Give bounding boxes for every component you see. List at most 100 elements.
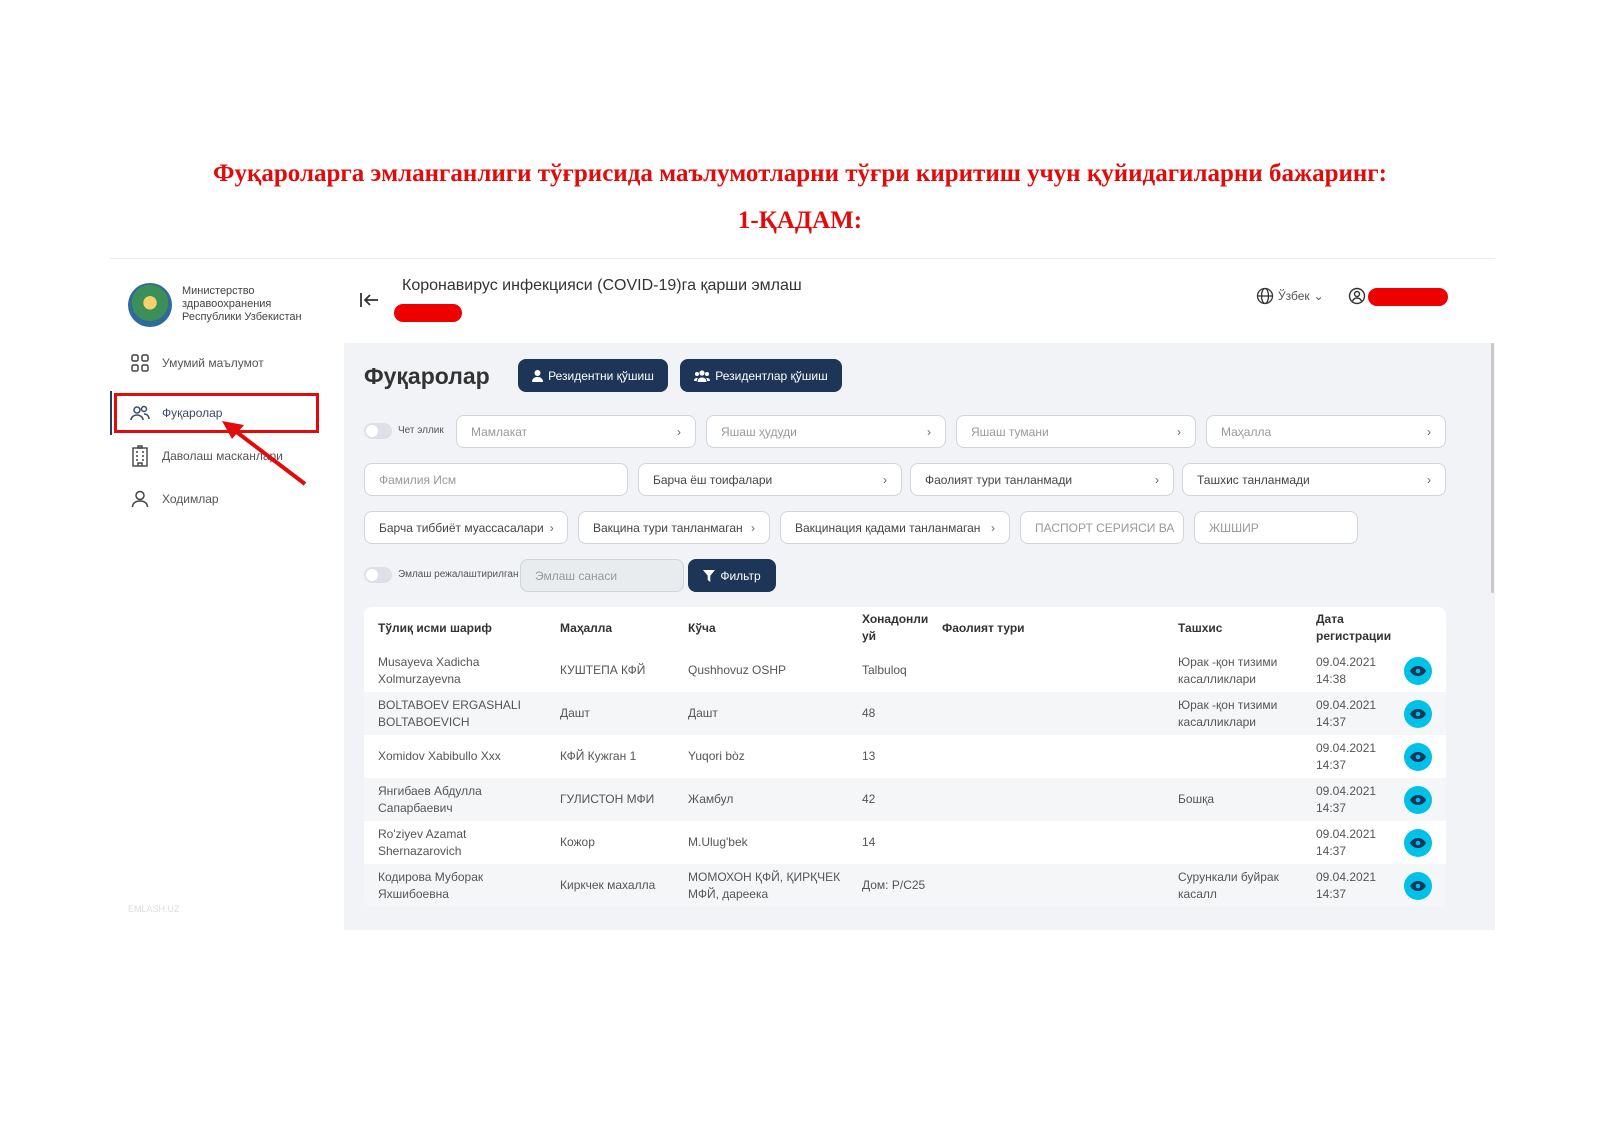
collapse-sidebar-button[interactable]: [354, 285, 384, 315]
eye-icon: [1410, 752, 1426, 762]
cell-activity: [942, 778, 1142, 821]
building-icon: [130, 445, 150, 467]
mahalla-select[interactable]: Маҳалла ›: [1206, 415, 1446, 448]
cell-full-name: Кодирова Муборак Яхшибоевна: [378, 869, 484, 901]
table-header: Тўлиқ исми шариф Маҳалла Кўча Хонадонли …: [364, 607, 1446, 649]
sidebar: Министерство здравоохранения Республики …: [110, 259, 344, 930]
cell-street: M.Ulug'bek: [688, 835, 748, 849]
col-activity: Фаолият тури: [942, 620, 1025, 635]
foreigner-toggle-label: Чет эллик: [398, 425, 444, 436]
language-label: Ўзбек: [1278, 289, 1310, 303]
table-row[interactable]: Xomidov Xabibullo Xxx КФЙ Кужган 1 Yuqor…: [364, 735, 1446, 778]
cell-mahalla: Киркчек махалла: [560, 878, 656, 892]
instruction-line-1: Фуқароларга эмланганлиги тўғрисида маълу…: [213, 160, 1387, 187]
view-button[interactable]: [1404, 829, 1432, 857]
cell-house: Talbuloq: [862, 663, 907, 677]
age-groups-select[interactable]: Барча ёш тоифалари ›: [638, 463, 902, 496]
table-row[interactable]: Кодирова Муборак Яхшибоевна Киркчек маха…: [364, 864, 1446, 907]
page-title: Фуқаролар: [364, 363, 490, 389]
cell-full-name: BOLTABOEV ERGASHALI BOLTABOEVICH: [378, 697, 521, 729]
view-button[interactable]: [1404, 743, 1432, 771]
vaccine-type-select[interactable]: Вакцина тури танланмаган ›: [578, 511, 770, 544]
cell-registration-date: 09.04.2021 14:37: [1316, 783, 1377, 815]
language-selector[interactable]: Ўзбек ⌄: [1256, 287, 1324, 305]
chevron-right-icon: ›: [991, 520, 995, 535]
chevron-right-icon: ›: [883, 472, 887, 487]
ministry-emblem: [128, 283, 172, 327]
col-mahalla: Маҳалла: [560, 620, 613, 635]
pinfl-input[interactable]: ЖШШИР: [1194, 511, 1358, 544]
user-avatar-icon[interactable]: [1348, 287, 1366, 310]
table-row[interactable]: BOLTABOEV ERGASHALI BOLTABOEVICH Дашт Да…: [364, 692, 1446, 735]
view-button[interactable]: [1404, 700, 1432, 728]
cell-diagnosis: Бошқа: [1178, 792, 1215, 806]
eye-icon: [1410, 666, 1426, 676]
org-name: Министерство здравоохранения Республики …: [182, 285, 302, 323]
cell-full-name: Musayeva Xadicha Xolmurzayevna: [378, 654, 480, 686]
cell-activity: [942, 692, 1142, 735]
view-button[interactable]: [1404, 872, 1432, 900]
table-body: Musayeva Xadicha Xolmurzayevna КУШТЕПА К…: [364, 649, 1446, 907]
view-button[interactable]: [1404, 786, 1432, 814]
activity-select[interactable]: Фаолият тури танланмади ›: [910, 463, 1174, 496]
main-content: Коронавирус инфекцияси (COVID-19)га қарш…: [344, 259, 1495, 930]
district-select[interactable]: Яшаш тумани ›: [956, 415, 1196, 448]
table-row[interactable]: Ro'ziyev Azamat Shernazarovich Кожор M.U…: [364, 821, 1446, 864]
col-registration-date: Дата регистрации: [1316, 612, 1392, 643]
diagnosis-select[interactable]: Ташхис танланмади ›: [1182, 463, 1446, 496]
cell-full-name: Янгибаев Абдулла Сапарбаевич: [378, 783, 482, 815]
scheduled-toggle-label: Эмлаш режалаштирилган: [398, 569, 519, 580]
scheduled-toggle[interactable]: [364, 567, 392, 583]
eye-icon: [1410, 709, 1426, 719]
filter-button[interactable]: Фильтр: [688, 559, 776, 592]
country-select[interactable]: Мамлакат ›: [456, 415, 696, 448]
cell-full-name: Ro'ziyev Azamat Shernazarovich: [378, 826, 467, 858]
vaccination-step-select[interactable]: Вакцинация қадами танланмаган ›: [780, 511, 1010, 544]
table-row[interactable]: Musayeva Xadicha Xolmurzayevna КУШТЕПА К…: [364, 649, 1446, 692]
cell-full-name: Xomidov Xabibullo Xxx: [378, 749, 501, 763]
add-resident-button[interactable]: Резидентни қўшиш: [518, 359, 668, 392]
user-icon: [532, 369, 544, 382]
funnel-icon: [703, 569, 716, 582]
cell-house: 48: [862, 706, 876, 720]
cell-house: 13: [862, 749, 876, 763]
cell-diagnosis: [1178, 821, 1310, 864]
vaccination-date-input[interactable]: Эмлаш санаси: [520, 559, 684, 592]
cell-activity: [942, 864, 1142, 907]
cell-house: Дом: Р/С25: [862, 878, 926, 892]
cell-street: Жамбул: [688, 792, 734, 806]
cell-house: 14: [862, 835, 876, 849]
cell-mahalla: ГУЛИСТОН МФИ: [560, 792, 655, 806]
cell-mahalla: КФЙ Кужган 1: [560, 749, 637, 763]
passport-input[interactable]: ПАСПОРТ СЕРИЯСИ ВА: [1020, 511, 1184, 544]
eye-icon: [1410, 881, 1426, 891]
table-row[interactable]: Янгибаев Абдулла Сапарбаевич ГУЛИСТОН МФ…: [364, 778, 1446, 821]
grid-icon: [130, 353, 150, 373]
cell-diagnosis: Юрак -қон тизими касалликлари: [1178, 697, 1278, 729]
sidebar-item-overview[interactable]: Умумий маълумот: [110, 342, 344, 384]
chevron-right-icon: ›: [751, 520, 755, 535]
app-title: Коронавирус инфекцияси (COVID-19)га қарш…: [402, 277, 802, 294]
chevron-right-icon: ›: [677, 424, 681, 439]
cell-street: МОМОХОН ҚФЙ, ҚИРҚЧЕК МФЙ, дареека: [688, 869, 841, 901]
cell-street: Qushhovuz OSHP: [688, 663, 787, 677]
user-icon: [130, 489, 150, 509]
cell-registration-date: 09.04.2021 14:38: [1316, 654, 1377, 686]
medical-institutions-select[interactable]: Барча тиббиёт муассасалари ›: [364, 511, 568, 544]
cell-activity: [942, 735, 1142, 778]
cell-street: Дашт: [688, 706, 718, 720]
col-street: Кўча: [688, 620, 716, 635]
full-name-input[interactable]: Фамилия Исм: [364, 463, 628, 496]
cell-diagnosis: Юрак -қон тизими касалликлари: [1178, 654, 1278, 686]
cell-registration-date: 09.04.2021 14:37: [1316, 740, 1377, 772]
eye-icon: [1410, 795, 1426, 805]
cell-mahalla: Кожор: [560, 835, 595, 849]
scrollbar[interactable]: [1491, 343, 1494, 593]
region-select[interactable]: Яшаш ҳудуди ›: [706, 415, 946, 448]
chevron-right-icon: ›: [927, 424, 931, 439]
cell-diagnosis: Сурункали буйрак касалл: [1178, 869, 1279, 901]
cell-activity: [942, 821, 1142, 864]
foreigner-toggle[interactable]: [364, 423, 392, 439]
view-button[interactable]: [1404, 657, 1432, 685]
add-residents-button[interactable]: Резидентлар қўшиш: [680, 359, 842, 392]
